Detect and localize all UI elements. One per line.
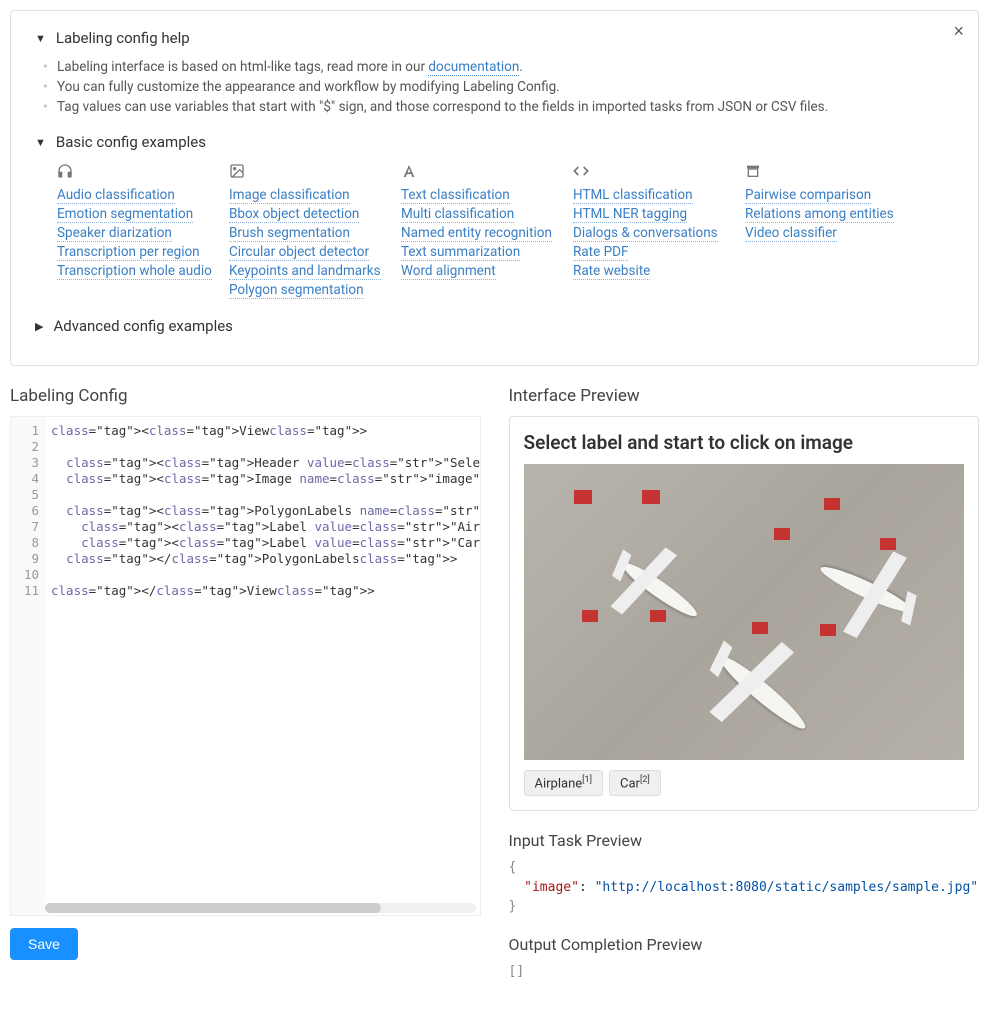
caret-down-icon: ▼ xyxy=(35,136,46,149)
labeling-config-title: Labeling Config xyxy=(10,386,481,406)
example-link[interactable]: Named entity recognition xyxy=(401,225,552,242)
example-link[interactable]: Circular object detector xyxy=(229,244,369,261)
example-link[interactable]: Transcription per region xyxy=(57,244,200,261)
preview-column: Interface Preview Select label and start… xyxy=(509,386,980,999)
documentation-link[interactable]: documentation xyxy=(428,59,519,76)
example-link[interactable]: Pairwise comparison xyxy=(745,187,871,204)
example-link[interactable]: Transcription whole audio xyxy=(57,263,212,280)
example-link[interactable]: Text summarization xyxy=(401,244,520,261)
ground-marking xyxy=(774,528,790,540)
help-bullet: Tag values can use variables that start … xyxy=(57,99,954,115)
output-completion-json: [] xyxy=(509,962,980,982)
example-column: Pairwise comparison Relations among entit… xyxy=(745,163,917,301)
help-bullet: Labeling interface is based on html-like… xyxy=(57,59,954,75)
example-column: Audio classification Emotion segmentation… xyxy=(57,163,229,301)
example-column: Text classification Multi classification N… xyxy=(401,163,573,301)
ground-marking xyxy=(574,490,592,504)
example-link[interactable]: Keypoints and landmarks xyxy=(229,263,381,280)
code-editor[interactable]: 1234567891011 class="tag"><class="tag">V… xyxy=(10,416,481,916)
example-link[interactable]: Dialogs & conversations xyxy=(573,225,718,242)
font-icon xyxy=(401,163,573,181)
interface-preview-title: Interface Preview xyxy=(509,386,980,406)
preview-header: Select label and start to click on image xyxy=(524,431,965,454)
close-icon[interactable]: × xyxy=(953,21,964,42)
labeling-config-column: Labeling Config 1234567891011 class="tag… xyxy=(10,386,481,999)
example-link[interactable]: Speaker diarization xyxy=(57,225,172,242)
image-icon xyxy=(229,163,401,181)
example-link[interactable]: Bbox object detection xyxy=(229,206,359,223)
help-bullets: Labeling interface is based on html-like… xyxy=(35,59,954,115)
example-link[interactable]: Word alignment xyxy=(401,263,496,280)
line-gutter: 1234567891011 xyxy=(11,417,45,915)
example-link[interactable]: Multi classification xyxy=(401,206,514,223)
basic-examples-title: Basic config examples xyxy=(56,133,206,151)
advanced-examples-header[interactable]: ▶ Advanced config examples xyxy=(35,317,954,335)
label-chip[interactable]: Car[2] xyxy=(609,770,661,796)
input-task-json: { "image": "http://localhost:8080/static… xyxy=(509,858,980,917)
help-title: Labeling config help xyxy=(56,29,190,47)
horizontal-scrollbar[interactable] xyxy=(45,903,476,913)
example-column: HTML classification HTML NER tagging Dialo… xyxy=(573,163,745,301)
help-bullet: You can fully customize the appearance a… xyxy=(57,79,954,95)
example-link[interactable]: HTML classification xyxy=(573,187,693,204)
save-button[interactable]: Save xyxy=(10,928,78,960)
example-link[interactable]: Rate PDF xyxy=(573,244,628,261)
input-task-title: Input Task Preview xyxy=(509,831,980,850)
labels-row: Airplane[1]Car[2] xyxy=(524,770,965,796)
example-link[interactable]: Video classifier xyxy=(745,225,837,242)
help-header[interactable]: ▼ Labeling config help xyxy=(35,29,954,47)
output-completion-title: Output Completion Preview xyxy=(509,935,980,954)
preview-image[interactable] xyxy=(524,464,965,760)
example-link[interactable]: Brush segmentation xyxy=(229,225,350,242)
example-column: Image classification Bbox object detectio… xyxy=(229,163,401,301)
archive-icon xyxy=(745,163,917,181)
ground-marking xyxy=(824,498,840,510)
ground-marking xyxy=(582,610,598,622)
example-link[interactable]: Text classification xyxy=(401,187,510,204)
basic-examples-header[interactable]: ▼ Basic config examples xyxy=(35,133,954,151)
example-link[interactable]: Audio classification xyxy=(57,187,175,204)
caret-down-icon: ▼ xyxy=(35,32,46,45)
scrollbar-thumb[interactable] xyxy=(45,903,381,913)
headphones-icon xyxy=(57,163,229,181)
caret-right-icon: ▶ xyxy=(35,320,43,333)
example-link[interactable]: Emotion segmentation xyxy=(57,206,193,223)
example-link[interactable]: Rate website xyxy=(573,263,650,280)
example-link[interactable]: Image classification xyxy=(229,187,350,204)
advanced-examples-title: Advanced config examples xyxy=(53,317,232,335)
example-link[interactable]: HTML NER tagging xyxy=(573,206,687,223)
help-panel: × ▼ Labeling config help Labeling interf… xyxy=(10,10,979,366)
code-icon xyxy=(573,163,745,181)
interface-preview-panel: Select label and start to click on image xyxy=(509,416,980,811)
label-chip[interactable]: Airplane[1] xyxy=(524,770,604,796)
example-link[interactable]: Polygon segmentation xyxy=(229,282,364,299)
example-link[interactable]: Relations among entities xyxy=(745,206,894,223)
examples-grid: Audio classification Emotion segmentation… xyxy=(35,163,954,301)
ground-marking xyxy=(642,490,660,504)
code-area[interactable]: class="tag"><class="tag">Viewclass="tag"… xyxy=(45,417,480,901)
